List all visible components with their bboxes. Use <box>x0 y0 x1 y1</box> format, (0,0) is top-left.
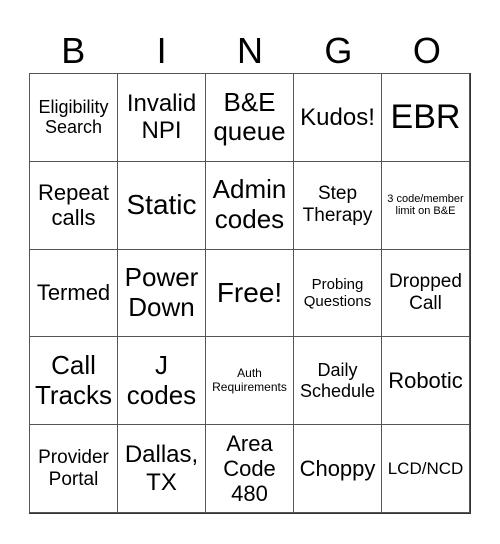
bingo-cell[interactable]: Auth Requirements <box>205 336 294 426</box>
bingo-cell[interactable]: Area Code 480 <box>205 424 294 513</box>
bingo-cell[interactable]: Admin codes <box>205 160 294 250</box>
bingo-cell[interactable]: Choppy <box>293 424 382 513</box>
bingo-cell[interactable]: Daily Schedule <box>293 336 382 426</box>
bingo-cell[interactable]: Call Tracks <box>29 336 118 426</box>
bingo-cell[interactable]: Kudos! <box>293 73 382 162</box>
bingo-cell[interactable]: Static <box>117 160 206 250</box>
bingo-header: B I N G O <box>29 28 471 73</box>
bingo-cell[interactable]: Eligibility Search <box>29 73 118 162</box>
bingo-cell[interactable]: Invalid NPI <box>117 73 206 162</box>
bingo-cell[interactable]: J codes <box>117 336 206 426</box>
bingo-cell[interactable]: Repeat calls <box>29 160 118 250</box>
bingo-cell[interactable]: Termed <box>29 248 118 338</box>
header-letter-n: N <box>237 30 264 71</box>
header-letter-b: B <box>61 30 86 71</box>
bingo-cell[interactable]: 3 code/member limit on B&E <box>381 160 470 250</box>
bingo-cell[interactable]: Step Therapy <box>293 160 382 250</box>
bingo-cell[interactable]: Power Down <box>117 248 206 338</box>
bingo-cell[interactable]: Dropped Call <box>381 248 470 338</box>
header-letter-o: O <box>412 30 441 71</box>
bingo-cell[interactable]: Provider Portal <box>29 424 118 513</box>
header-letter-i: I <box>156 30 167 71</box>
bingo-cell[interactable]: B&E queue <box>205 73 294 162</box>
bingo-cell[interactable]: Dallas, TX <box>117 424 206 513</box>
bingo-cell-free[interactable]: Free! <box>205 248 294 338</box>
bingo-cell[interactable]: EBR <box>381 73 470 162</box>
bingo-cell[interactable]: Robotic <box>381 336 470 426</box>
bingo-cell[interactable]: LCD/NCD <box>381 424 470 513</box>
bingo-cell[interactable]: Probing Questions <box>293 248 382 338</box>
header-letter-g: G <box>324 30 353 71</box>
bingo-grid: Eligibility Search Invalid NPI B&E queue… <box>29 73 471 514</box>
